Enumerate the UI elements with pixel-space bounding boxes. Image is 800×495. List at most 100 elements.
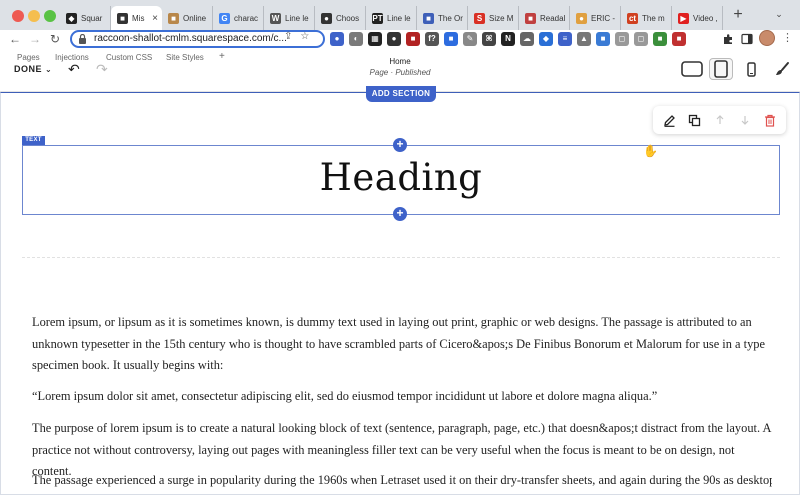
ext-14-icon[interactable]: ▲ bbox=[577, 32, 591, 46]
browser-tab[interactable]: PT Line le bbox=[366, 6, 417, 30]
move-up-button[interactable] bbox=[712, 112, 728, 128]
duplicate-button[interactable] bbox=[687, 112, 703, 128]
browser-tab[interactable]: ◆ Squar bbox=[60, 6, 111, 30]
ext-1-icon[interactable]: ● bbox=[330, 32, 344, 46]
window-zoom-button[interactable] bbox=[44, 10, 56, 22]
bookmark-star-icon[interactable]: ☆ bbox=[300, 31, 309, 42]
browser-tab[interactable]: ▶ Video , bbox=[672, 6, 723, 30]
tab-favicon-icon: ■ bbox=[423, 12, 434, 24]
duplicate-icon bbox=[688, 114, 701, 126]
body-paragraph[interactable]: The passage experienced a surge in popul… bbox=[32, 470, 772, 492]
browser-tab[interactable]: W Line le bbox=[264, 6, 315, 30]
tab-label: The m bbox=[642, 13, 665, 23]
ext-8-icon[interactable]: ✎ bbox=[463, 32, 477, 46]
tab-favicon-icon: PT bbox=[372, 12, 383, 24]
browser-tab[interactable]: ■ Readal bbox=[519, 6, 570, 30]
body-paragraph[interactable]: “Lorem ipsum dolor sit amet, consectetur… bbox=[32, 386, 772, 408]
browser-tab[interactable]: ● ERIC - bbox=[570, 6, 621, 30]
ext-2-icon[interactable]: ◐ bbox=[349, 32, 363, 46]
window-close-button[interactable] bbox=[12, 10, 24, 22]
ext-12-icon[interactable]: ◆ bbox=[539, 32, 553, 46]
delete-button[interactable] bbox=[762, 112, 778, 128]
ext-19-icon[interactable]: ■ bbox=[672, 32, 686, 46]
browser-tab[interactable]: ● Choos bbox=[315, 6, 366, 30]
page-title: Home bbox=[389, 57, 411, 66]
block-toolbar bbox=[653, 106, 786, 134]
tab-label: Size M bbox=[489, 13, 514, 23]
tab-favicon-icon: ◆ bbox=[66, 12, 77, 24]
tab-label: Line le bbox=[387, 13, 411, 23]
browser-toolbar: ← → ↻ raccoon-shallot-cmlm.squarespace.c… bbox=[0, 30, 800, 48]
browser-tab[interactable]: ■ Mis × bbox=[111, 6, 162, 30]
tab-label: The Or bbox=[438, 13, 463, 23]
extensions-puzzle-icon[interactable] bbox=[722, 33, 734, 45]
tab-close-icon[interactable]: × bbox=[152, 13, 158, 24]
tab-favicon-icon: ■ bbox=[525, 12, 536, 24]
ext-3-icon[interactable]: ▦ bbox=[368, 32, 382, 46]
tab-favicon-icon: ct bbox=[627, 12, 638, 24]
paintbrush-icon bbox=[776, 62, 789, 75]
chevron-down-icon: ⌄ bbox=[45, 65, 53, 74]
move-down-button[interactable] bbox=[737, 112, 753, 128]
desktop-view-button[interactable] bbox=[679, 58, 705, 80]
menu-custom-css[interactable]: Custom CSS bbox=[106, 53, 152, 62]
browser-tab[interactable]: ■ The Or bbox=[417, 6, 468, 30]
menu-pages[interactable]: Pages bbox=[17, 53, 40, 62]
text-block[interactable]: Heading bbox=[22, 145, 780, 215]
ext-15-icon[interactable]: ■ bbox=[596, 32, 610, 46]
ext-4-icon[interactable]: ● bbox=[387, 32, 401, 46]
browser-tab[interactable]: S Size M bbox=[468, 6, 519, 30]
window-minimize-button[interactable] bbox=[28, 10, 40, 22]
browser-tab[interactable]: ct The m bbox=[621, 6, 672, 30]
ext-17-icon[interactable]: ◻ bbox=[634, 32, 648, 46]
ext-16-icon[interactable]: ◻ bbox=[615, 32, 629, 46]
insert-block-bottom-button[interactable]: + bbox=[393, 207, 407, 221]
tab-search-chevron-icon[interactable]: ⌄ bbox=[772, 9, 786, 20]
extension-bar: ● ◐ ▦ ● ■ f? ■ ✎ ⌘ N ☁ ◆ ≡ ▲ ■ ◻ ◻ ■ ■ bbox=[330, 32, 686, 46]
edit-button[interactable] bbox=[662, 112, 678, 128]
body-paragraph[interactable]: Lorem ipsum, or lipsum as it is sometime… bbox=[32, 312, 772, 377]
ext-10-icon[interactable]: N bbox=[501, 32, 515, 46]
trash-icon bbox=[764, 114, 775, 127]
ext-13-icon[interactable]: ≡ bbox=[558, 32, 572, 46]
add-section-button[interactable]: ADD SECTION bbox=[366, 86, 436, 102]
tab-favicon-icon: ● bbox=[321, 12, 332, 24]
ext-6-icon[interactable]: f? bbox=[425, 32, 439, 46]
tab-label: Online bbox=[183, 13, 207, 23]
mobile-view-button[interactable] bbox=[742, 58, 760, 80]
done-button[interactable]: DONE ⌄ bbox=[14, 64, 52, 74]
done-label: DONE bbox=[14, 64, 43, 74]
new-tab-button[interactable]: + bbox=[730, 7, 746, 23]
share-icon[interactable]: ⇪ bbox=[284, 31, 292, 42]
desktop-icon bbox=[681, 61, 703, 77]
tablet-view-button[interactable] bbox=[709, 58, 733, 80]
pencil-icon bbox=[664, 114, 675, 127]
insert-block-top-button[interactable]: + bbox=[393, 138, 407, 152]
grid-guide-line bbox=[22, 257, 780, 258]
ext-18-icon[interactable]: ■ bbox=[653, 32, 667, 46]
browser-tab[interactable]: Gcharac bbox=[213, 6, 264, 30]
browser-menu-icon[interactable]: ⋮ bbox=[782, 31, 793, 44]
tab-favicon-icon: ▶ bbox=[678, 12, 689, 24]
tab-label: Mis bbox=[132, 13, 145, 23]
ext-5-icon[interactable]: ■ bbox=[406, 32, 420, 46]
tab-favicon-icon: ● bbox=[576, 12, 587, 24]
tab-label: Line le bbox=[285, 13, 309, 23]
profile-avatar[interactable] bbox=[759, 30, 775, 46]
reload-icon[interactable]: ↻ bbox=[48, 31, 62, 47]
menu-add[interactable]: + bbox=[219, 51, 225, 62]
site-styles-button[interactable] bbox=[770, 58, 794, 80]
redo-icon[interactable]: ↷ bbox=[96, 61, 108, 78]
forward-arrow-icon[interactable]: → bbox=[28, 31, 42, 47]
tab-label: Video , bbox=[693, 13, 718, 23]
ext-7-icon[interactable]: ■ bbox=[444, 32, 458, 46]
ext-11-icon[interactable]: ☁ bbox=[520, 32, 534, 46]
ext-9-icon[interactable]: ⌘ bbox=[482, 32, 496, 46]
heading-text[interactable]: Heading bbox=[23, 156, 779, 199]
page-status: Page · Published bbox=[369, 68, 431, 77]
side-panel-icon[interactable] bbox=[741, 33, 753, 45]
back-arrow-icon[interactable]: ← bbox=[8, 31, 22, 47]
menu-site-styles[interactable]: Site Styles bbox=[166, 53, 204, 62]
browser-tab[interactable]: ■ Online bbox=[162, 6, 213, 30]
undo-icon[interactable]: ↶ bbox=[68, 61, 80, 78]
